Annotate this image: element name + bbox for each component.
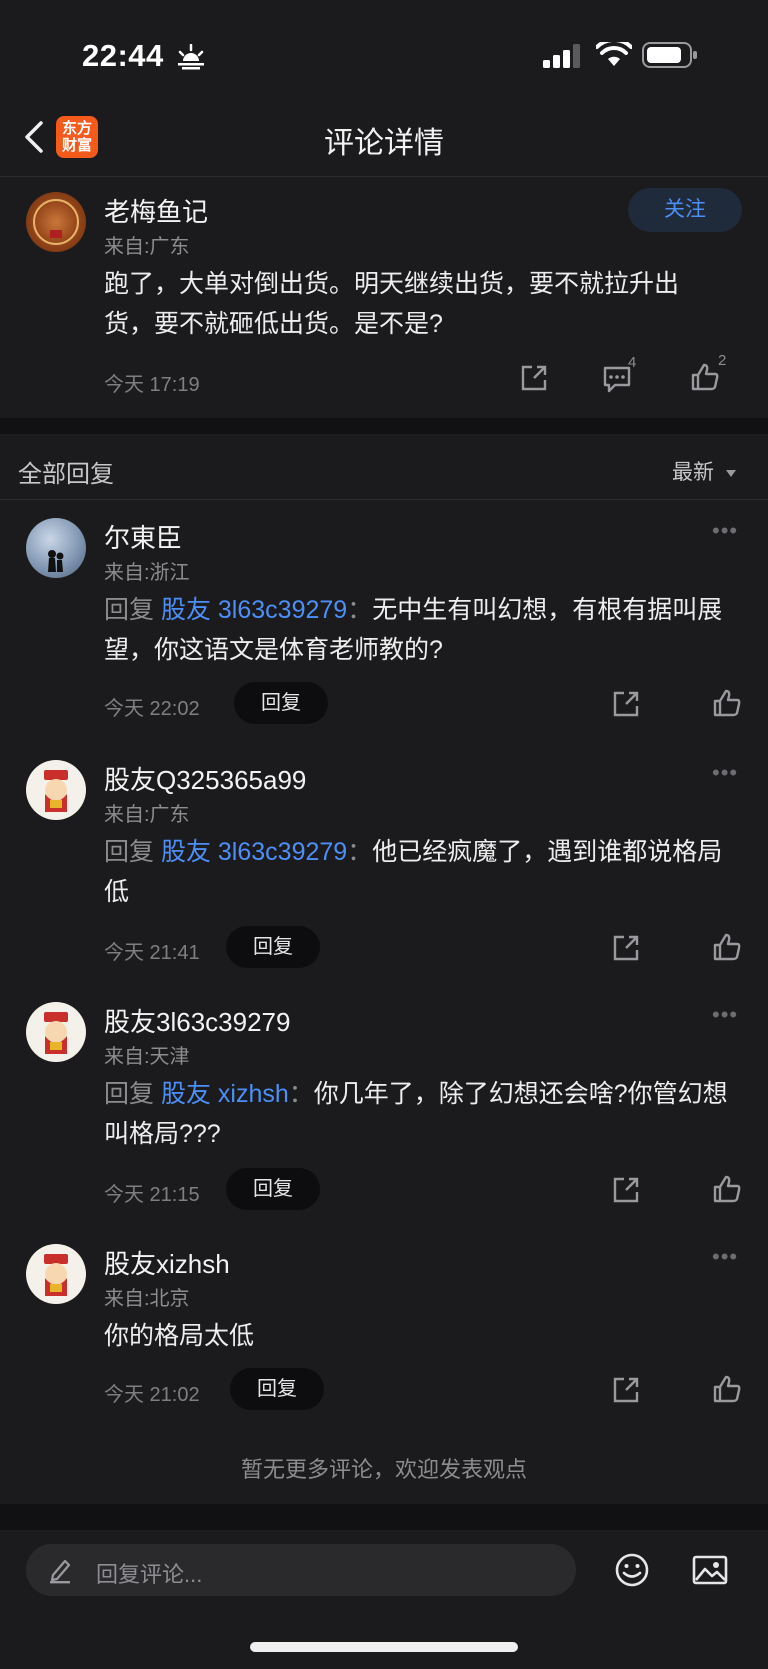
section-separator — [0, 418, 768, 434]
fortune-god-icon — [44, 770, 68, 812]
like-icon[interactable] — [690, 362, 720, 392]
avatar[interactable] — [26, 1244, 86, 1304]
reply-button[interactable]: 回复 — [226, 1168, 320, 1210]
more-icon[interactable]: ••• — [712, 518, 738, 544]
divider — [0, 499, 768, 500]
status-time: 22:44 — [82, 38, 164, 73]
caret-down-icon — [725, 470, 736, 477]
reply-content: 回复 股友 3l63c39279：无中生有叫幻想，有根有据叫展望，你这语文是体育… — [104, 590, 734, 670]
reply-target-link[interactable]: 股友 3l63c39279 — [161, 596, 347, 624]
avatar[interactable] — [26, 760, 86, 820]
share-icon[interactable] — [520, 364, 548, 392]
battery-icon — [642, 42, 697, 68]
avatar[interactable] — [26, 518, 86, 578]
reply-content: 回复 股友 3l63c39279：他已经疯魔了，遇到谁都说格局低 — [104, 832, 734, 912]
seal-icon — [33, 199, 79, 245]
reply-input-placeholder: 回复评论... — [96, 1562, 203, 1587]
reply-content: 你的格局太低 — [104, 1322, 255, 1350]
signal-icon — [543, 44, 580, 68]
reply-time: 今天 21:41 — [104, 942, 200, 964]
reply-location: 来自:广东 — [104, 804, 190, 826]
reply-username[interactable]: 股友3l63c39279 — [104, 1002, 290, 1039]
avatar[interactable] — [26, 1002, 86, 1062]
reply-location: 来自:北京 — [104, 1288, 190, 1310]
page-title: 评论详情 — [324, 127, 444, 160]
reply-location: 来自:浙江 — [104, 562, 190, 584]
share-icon[interactable] — [612, 1176, 640, 1204]
reply-location: 来自:天津 — [104, 1046, 190, 1068]
reply-button[interactable]: 回复 — [230, 1368, 324, 1410]
reply-time: 今天 21:02 — [104, 1384, 200, 1406]
more-icon[interactable]: ••• — [712, 1002, 738, 1028]
no-more-comments-note: 暂无更多评论，欢迎发表观点 — [240, 1457, 527, 1482]
home-indicator — [250, 1642, 518, 1652]
more-icon[interactable]: ••• — [712, 760, 738, 786]
like-icon[interactable] — [712, 1174, 742, 1204]
reply-username[interactable]: 股友Q325365a99 — [104, 760, 306, 797]
fortune-god-icon — [44, 1012, 68, 1054]
reply-time: 今天 22:02 — [104, 698, 200, 720]
like-icon[interactable] — [712, 688, 742, 718]
reply-colon: ： — [347, 838, 373, 866]
post-content: 跑了，大单对倒出货。明天继续出货，要不就拉升出货，要不就砸低出货。是不是? — [104, 270, 680, 338]
silhouette-icon — [48, 550, 64, 572]
reply-colon: ： — [347, 596, 373, 624]
replies-title: 全部回复 — [18, 461, 114, 488]
reply-button[interactable]: 回复 — [226, 926, 320, 968]
reply-prefix: 回复 — [104, 838, 161, 866]
sunset-icon — [178, 44, 204, 70]
section-separator — [0, 1504, 768, 1530]
like-icon[interactable] — [712, 1374, 742, 1404]
reply-target-link[interactable]: 股友 xizhsh — [161, 1080, 289, 1108]
sort-dropdown[interactable]: 最新 — [672, 456, 738, 486]
image-icon[interactable] — [692, 1554, 728, 1586]
share-icon[interactable] — [612, 934, 640, 962]
reply-content: 回复 股友 xizhsh：你几年了，除了幻想还会啥?你管幻想叫格局??? — [104, 1074, 734, 1154]
fortune-god-icon — [44, 1254, 68, 1296]
post-username[interactable]: 老梅鱼记 — [104, 192, 208, 229]
like-icon[interactable] — [712, 932, 742, 962]
post-time: 今天 17:19 — [104, 374, 200, 396]
wifi-icon — [596, 42, 632, 66]
reply-time: 今天 21:15 — [104, 1184, 200, 1206]
post-location: 来自:广东 — [104, 236, 190, 258]
follow-button[interactable]: 关注 — [628, 188, 742, 232]
reply-target-link[interactable]: 股友 3l63c39279 — [161, 838, 347, 866]
sort-label: 最新 — [672, 461, 714, 484]
more-icon[interactable]: ••• — [712, 1244, 738, 1270]
reply-username[interactable]: 尔東臣 — [104, 518, 182, 555]
pencil-icon — [50, 1559, 71, 1584]
reply-button[interactable]: 回复 — [234, 682, 328, 724]
reply-prefix: 回复 — [104, 1080, 161, 1108]
like-count: 2 — [718, 352, 727, 369]
reply-username[interactable]: 股友xizhsh — [104, 1244, 230, 1281]
reply-prefix: 回复 — [104, 596, 161, 624]
emoji-icon[interactable] — [614, 1552, 650, 1588]
avatar[interactable] — [26, 192, 86, 252]
reply-colon: ： — [288, 1080, 314, 1108]
share-icon[interactable] — [612, 690, 640, 718]
share-icon[interactable] — [612, 1376, 640, 1404]
comment-count: 4 — [628, 354, 637, 371]
